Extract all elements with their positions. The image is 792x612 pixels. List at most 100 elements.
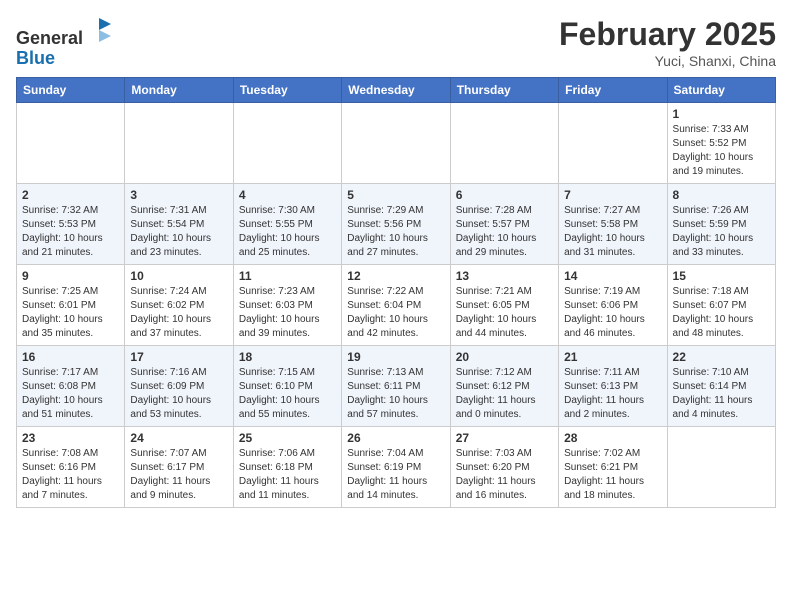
weekday-header-saturday: Saturday [667,78,775,103]
day-number: 10 [130,269,227,283]
day-number: 25 [239,431,336,445]
day-number: 27 [456,431,553,445]
day-number: 9 [22,269,119,283]
day-info: Sunrise: 7:15 AM Sunset: 6:10 PM Dayligh… [239,366,336,422]
day-info: Sunrise: 7:11 AM Sunset: 6:13 PM Dayligh… [564,366,661,422]
day-number: 23 [22,431,119,445]
day-info: Sunrise: 7:21 AM Sunset: 6:05 PM Dayligh… [456,285,553,341]
calendar-cell: 14 Sunrise: 7:19 AM Sunset: 6:06 PM Dayli… [559,265,667,346]
calendar-cell [342,103,450,184]
calendar-week-4: 16Sunrise: 7:17 AM Sunset: 6:08 PM Dayli… [17,346,776,427]
title-block: February 2025 Yuci, Shanxi, China [559,16,776,69]
day-info: Sunrise: 7:25 AM Sunset: 6:01 PM Dayligh… [22,285,119,341]
day-number: 7 [564,188,661,202]
calendar-cell: 3 Sunrise: 7:31 AM Sunset: 5:54 PM Daylig… [125,184,233,265]
page-header: General Blue February 2025 Yuci, Shanxi,… [16,16,776,69]
day-number: 14 [564,269,661,283]
day-number: 12 [347,269,444,283]
day-number: 24 [130,431,227,445]
day-info: Sunrise: 7:31 AM Sunset: 5:54 PM Dayligh… [130,204,227,260]
calendar-cell: 12 Sunrise: 7:22 AM Sunset: 6:04 PM Dayli… [342,265,450,346]
calendar-cell: 15 Sunrise: 7:18 AM Sunset: 6:07 PM Dayli… [667,265,775,346]
day-number: 11 [239,269,336,283]
calendar-cell: 19 Sunrise: 7:13 AM Sunset: 6:11 PM Dayli… [342,346,450,427]
day-info: Sunrise: 7:02 AM Sunset: 6:21 PM Dayligh… [564,447,661,503]
day-info: Sunrise: 7:26 AM Sunset: 5:59 PM Dayligh… [673,204,770,260]
calendar-cell: 4Sunrise: 7:30 AM Sunset: 5:55 PM Daylig… [233,184,341,265]
day-info: Sunrise: 7:19 AM Sunset: 6:06 PM Dayligh… [564,285,661,341]
day-info: Sunrise: 7:23 AM Sunset: 6:03 PM Dayligh… [239,285,336,341]
day-info: Sunrise: 7:22 AM Sunset: 6:04 PM Dayligh… [347,285,444,341]
day-number: 5 [347,188,444,202]
day-number: 26 [347,431,444,445]
day-number: 20 [456,350,553,364]
weekday-header-monday: Monday [125,78,233,103]
logo-flag-icon [85,16,113,44]
day-info: Sunrise: 7:18 AM Sunset: 6:07 PM Dayligh… [673,285,770,341]
calendar-cell: 2 Sunrise: 7:32 AM Sunset: 5:53 PM Daylig… [17,184,125,265]
location-subtitle: Yuci, Shanxi, China [559,53,776,69]
weekday-header-wednesday: Wednesday [342,78,450,103]
day-number: 15 [673,269,770,283]
day-info: Sunrise: 7:06 AM Sunset: 6:18 PM Dayligh… [239,447,336,503]
day-info: Sunrise: 7:03 AM Sunset: 6:20 PM Dayligh… [456,447,553,503]
calendar-cell: 6Sunrise: 7:28 AM Sunset: 5:57 PM Daylig… [450,184,558,265]
calendar-cell: 27 Sunrise: 7:03 AM Sunset: 6:20 PM Dayli… [450,427,558,508]
calendar-week-3: 9 Sunrise: 7:25 AM Sunset: 6:01 PM Daylig… [17,265,776,346]
logo-blue-text: Blue [16,49,113,69]
day-info: Sunrise: 7:24 AM Sunset: 6:02 PM Dayligh… [130,285,227,341]
day-info: Sunrise: 7:12 AM Sunset: 6:12 PM Dayligh… [456,366,553,422]
calendar-cell: 13 Sunrise: 7:21 AM Sunset: 6:05 PM Dayli… [450,265,558,346]
calendar-cell: 9 Sunrise: 7:25 AM Sunset: 6:01 PM Daylig… [17,265,125,346]
calendar-cell: 1 Sunrise: 7:33 AM Sunset: 5:52 PM Daylig… [667,103,775,184]
day-number: 18 [239,350,336,364]
calendar-cell: 22 Sunrise: 7:10 AM Sunset: 6:14 PM Dayli… [667,346,775,427]
day-number: 2 [22,188,119,202]
day-number: 16 [22,350,119,364]
calendar-cell: 23Sunrise: 7:08 AM Sunset: 6:16 PM Dayli… [17,427,125,508]
calendar-cell: 18 Sunrise: 7:15 AM Sunset: 6:10 PM Dayli… [233,346,341,427]
day-info: Sunrise: 7:13 AM Sunset: 6:11 PM Dayligh… [347,366,444,422]
day-info: Sunrise: 7:32 AM Sunset: 5:53 PM Dayligh… [22,204,119,260]
calendar-cell [450,103,558,184]
calendar-week-1: 1 Sunrise: 7:33 AM Sunset: 5:52 PM Daylig… [17,103,776,184]
day-info: Sunrise: 7:16 AM Sunset: 6:09 PM Dayligh… [130,366,227,422]
day-number: 4 [239,188,336,202]
logo-text: General [16,16,113,49]
day-info: Sunrise: 7:07 AM Sunset: 6:17 PM Dayligh… [130,447,227,503]
calendar-cell: 7 Sunrise: 7:27 AM Sunset: 5:58 PM Daylig… [559,184,667,265]
calendar-cell: 25 Sunrise: 7:06 AM Sunset: 6:18 PM Dayli… [233,427,341,508]
calendar-cell: 5Sunrise: 7:29 AM Sunset: 5:56 PM Daylig… [342,184,450,265]
calendar-cell: 16Sunrise: 7:17 AM Sunset: 6:08 PM Dayli… [17,346,125,427]
day-number: 17 [130,350,227,364]
day-number: 19 [347,350,444,364]
calendar-week-2: 2 Sunrise: 7:32 AM Sunset: 5:53 PM Daylig… [17,184,776,265]
calendar-cell [17,103,125,184]
day-info: Sunrise: 7:27 AM Sunset: 5:58 PM Dayligh… [564,204,661,260]
day-info: Sunrise: 7:33 AM Sunset: 5:52 PM Dayligh… [673,123,770,179]
calendar-week-5: 23Sunrise: 7:08 AM Sunset: 6:16 PM Dayli… [17,427,776,508]
day-info: Sunrise: 7:04 AM Sunset: 6:19 PM Dayligh… [347,447,444,503]
day-info: Sunrise: 7:10 AM Sunset: 6:14 PM Dayligh… [673,366,770,422]
calendar-cell [233,103,341,184]
day-number: 1 [673,107,770,121]
calendar-table: SundayMondayTuesdayWednesdayThursdayFrid… [16,77,776,508]
calendar-cell: 28Sunrise: 7:02 AM Sunset: 6:21 PM Dayli… [559,427,667,508]
day-info: Sunrise: 7:28 AM Sunset: 5:57 PM Dayligh… [456,204,553,260]
logo: General Blue [16,16,113,69]
weekday-header-friday: Friday [559,78,667,103]
calendar-cell: 17 Sunrise: 7:16 AM Sunset: 6:09 PM Dayli… [125,346,233,427]
calendar-cell: 10 Sunrise: 7:24 AM Sunset: 6:02 PM Dayli… [125,265,233,346]
day-number: 22 [673,350,770,364]
calendar-cell: 24 Sunrise: 7:07 AM Sunset: 6:17 PM Dayli… [125,427,233,508]
calendar-cell: 20 Sunrise: 7:12 AM Sunset: 6:12 PM Dayli… [450,346,558,427]
day-number: 3 [130,188,227,202]
weekday-header-row: SundayMondayTuesdayWednesdayThursdayFrid… [17,78,776,103]
calendar-cell [667,427,775,508]
day-number: 21 [564,350,661,364]
weekday-header-sunday: Sunday [17,78,125,103]
day-number: 8 [673,188,770,202]
day-number: 13 [456,269,553,283]
calendar-cell: 8 Sunrise: 7:26 AM Sunset: 5:59 PM Daylig… [667,184,775,265]
calendar-cell [559,103,667,184]
